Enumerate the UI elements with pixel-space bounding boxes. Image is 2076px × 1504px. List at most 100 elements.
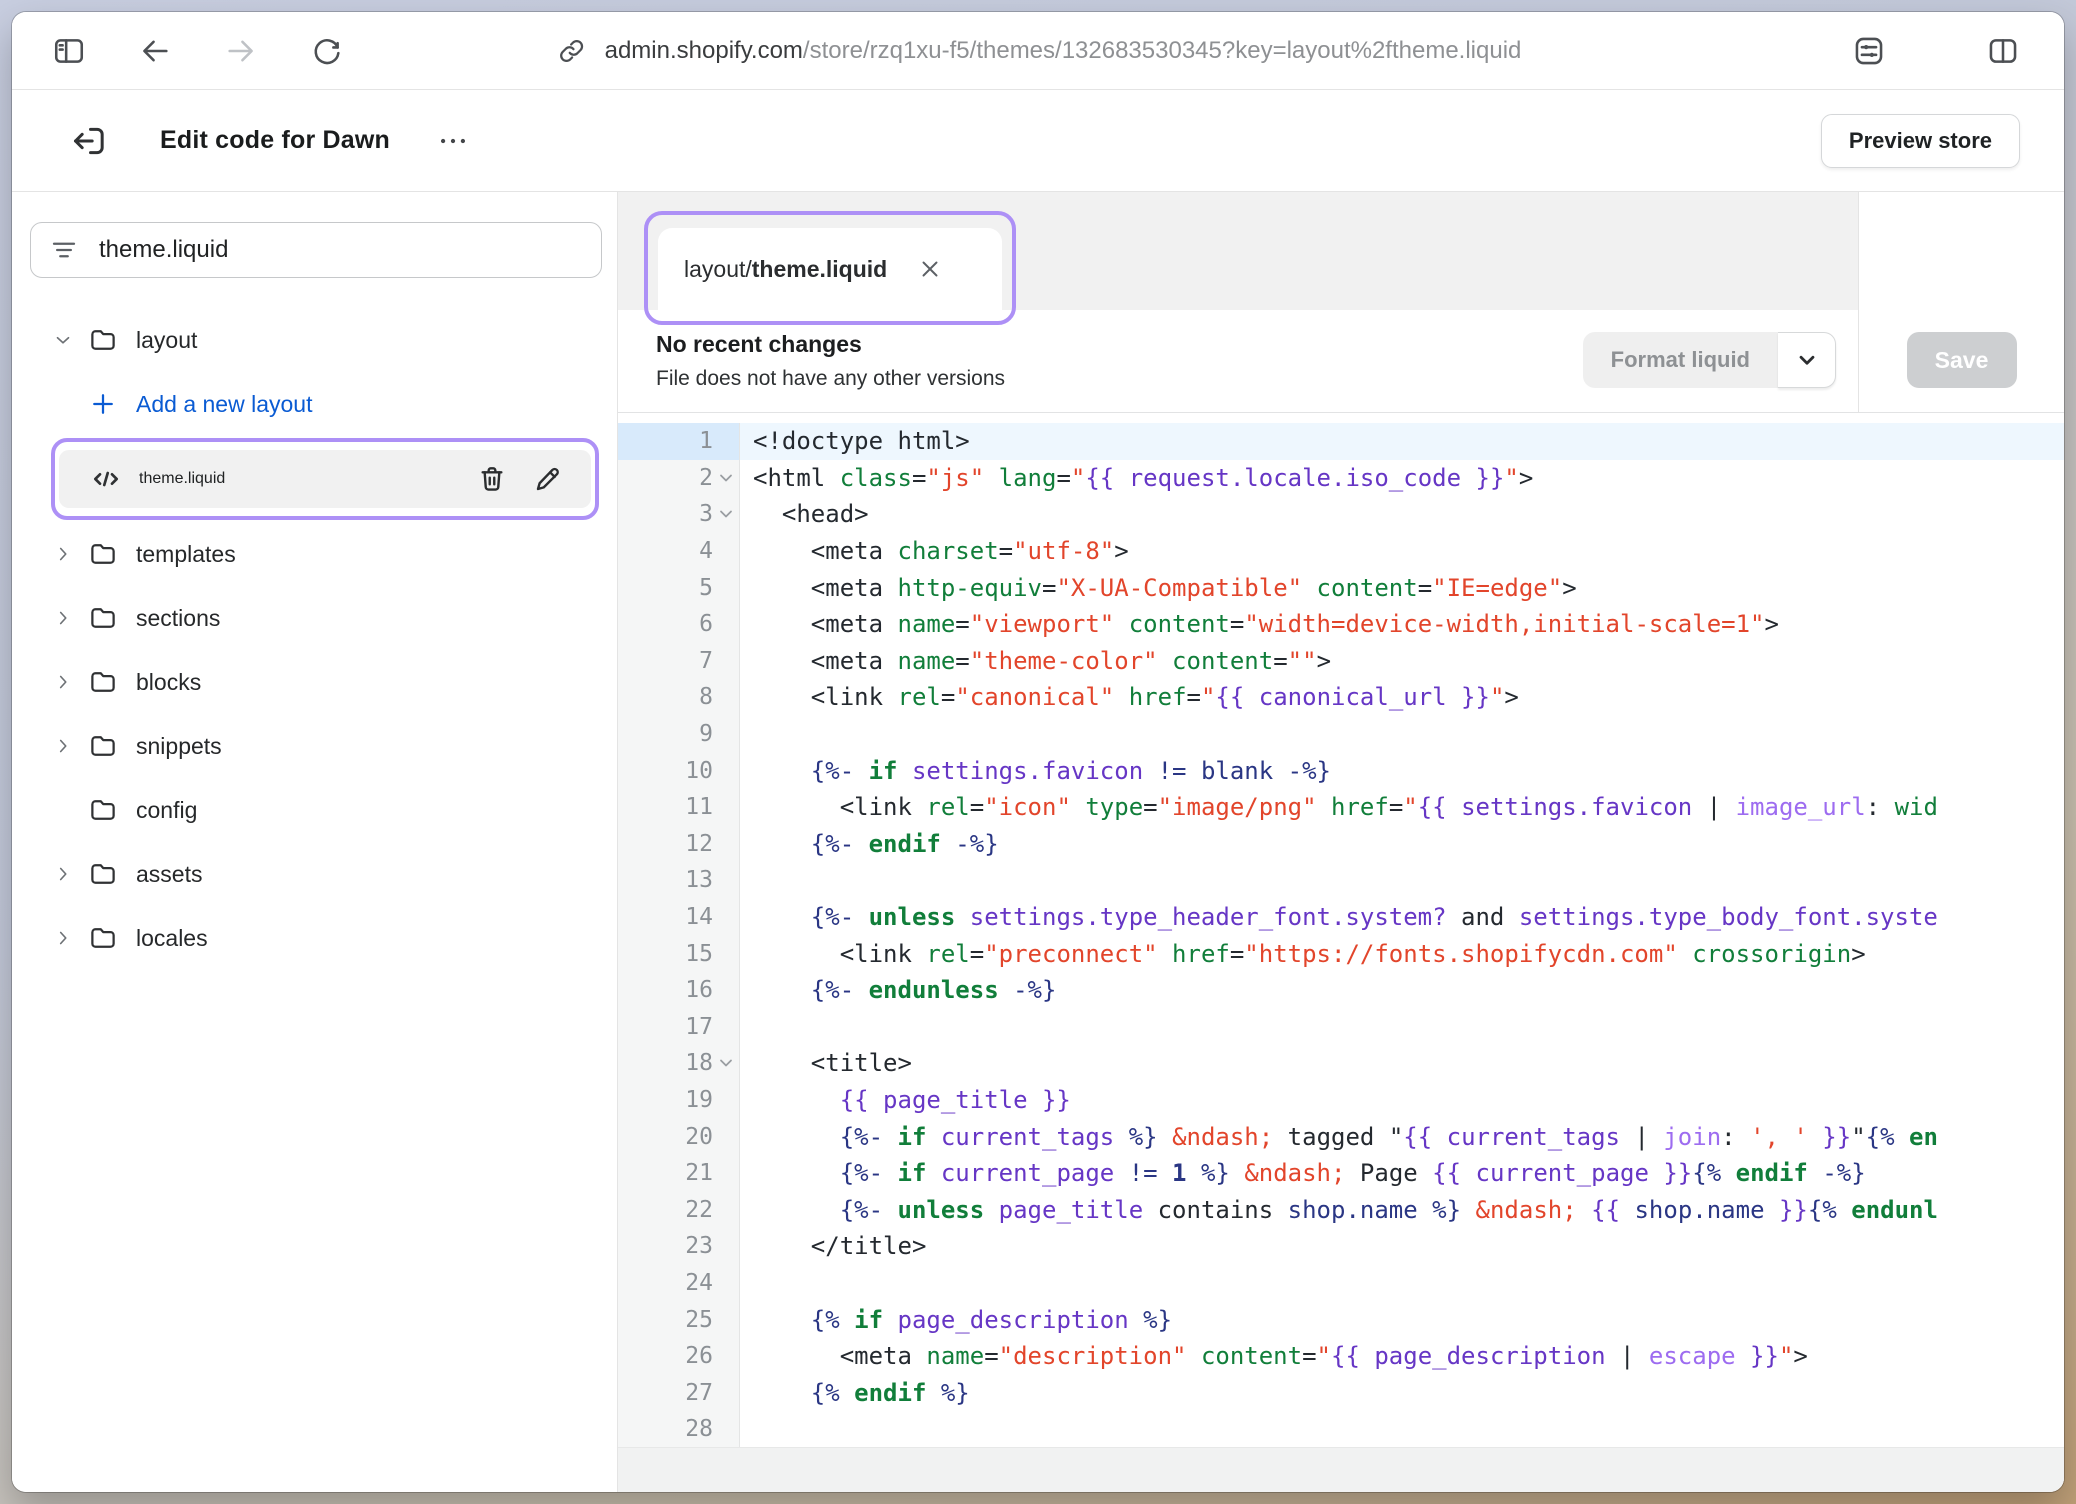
tree-item-label: templates bbox=[136, 541, 236, 568]
code-text: {%- unless page_title contains shop.name… bbox=[740, 1191, 2064, 1228]
tree-item-config[interactable]: config bbox=[12, 778, 617, 842]
preview-store-button[interactable]: Preview store bbox=[1821, 114, 2020, 168]
code-line-21[interactable]: 21 {%- if current_page != 1 %} &ndash; P… bbox=[618, 1155, 2064, 1192]
code-line-1[interactable]: 1<!doctype html> bbox=[618, 423, 2064, 460]
code-line-28[interactable]: 28 bbox=[618, 1411, 2064, 1447]
code-line-18[interactable]: 18 <title> bbox=[618, 1045, 2064, 1082]
fold-chevron-icon[interactable] bbox=[713, 509, 739, 519]
format-liquid-label[interactable]: Format liquid bbox=[1583, 332, 1778, 388]
chevron-right-icon bbox=[48, 671, 78, 693]
exit-icon[interactable] bbox=[68, 121, 108, 161]
tree-item-selected-theme-liquid[interactable]: theme.liquid bbox=[12, 436, 617, 522]
code-text: <!doctype html> bbox=[740, 423, 2064, 460]
code-line-20[interactable]: 20 {%- if current_tags %} &ndash; tagged… bbox=[618, 1118, 2064, 1155]
code-editor[interactable]: 1<!doctype html>2<html class="js" lang="… bbox=[618, 413, 2064, 1447]
code-line-15[interactable]: 15 <link rel="preconnect" href="https://… bbox=[618, 935, 2064, 972]
code-line-12[interactable]: 12 {%- endif -%} bbox=[618, 826, 2064, 863]
code-line-6[interactable]: 6 <meta name="viewport" content="width=d… bbox=[618, 606, 2064, 643]
chevron-down-icon[interactable] bbox=[1778, 332, 1836, 388]
code-line-2[interactable]: 2<html class="js" lang="{{ request.local… bbox=[618, 460, 2064, 497]
code-text: <meta name="theme-color" content=""> bbox=[740, 643, 2064, 680]
more-menu-icon[interactable] bbox=[436, 124, 470, 158]
tree-item-templates[interactable]: templates bbox=[12, 522, 617, 586]
code-line-16[interactable]: 16 {%- endunless -%} bbox=[618, 972, 2064, 1009]
tree-item-label: theme.liquid bbox=[139, 470, 225, 488]
tree-item-snippets[interactable]: snippets bbox=[12, 714, 617, 778]
file-tree: layoutAdd a new layout theme.liquid templa… bbox=[12, 308, 617, 970]
code-line-8[interactable]: 8 <link rel="canonical" href="{{ canonic… bbox=[618, 679, 2064, 716]
editor-footer bbox=[618, 1447, 2064, 1492]
fold-chevron-icon[interactable] bbox=[713, 1058, 739, 1068]
close-icon[interactable] bbox=[917, 256, 943, 282]
browser-toolbar: admin.shopify.com/store/rzq1xu-f5/themes… bbox=[12, 12, 2064, 90]
code-line-19[interactable]: 19 {{ page_title }} bbox=[618, 1082, 2064, 1119]
tree-item-blocks[interactable]: blocks bbox=[12, 650, 617, 714]
code-text: <link rel="canonical" href="{{ canonical… bbox=[740, 679, 2064, 716]
code-line-4[interactable]: 4 <meta charset="utf-8"> bbox=[618, 533, 2064, 570]
code-line-7[interactable]: 7 <meta name="theme-color" content=""> bbox=[618, 643, 2064, 680]
code-line-3[interactable]: 3 <head> bbox=[618, 496, 2064, 533]
forward-icon bbox=[224, 34, 258, 68]
code-line-10[interactable]: 10 {%- if settings.favicon != blank -%} bbox=[618, 752, 2064, 789]
line-number: 4 bbox=[618, 533, 740, 570]
url-host: admin.shopify.com bbox=[605, 37, 803, 64]
split-view-icon[interactable] bbox=[1986, 34, 2020, 68]
reload-icon[interactable] bbox=[310, 34, 344, 68]
code-line-22[interactable]: 22 {%- unless page_title contains shop.n… bbox=[618, 1191, 2064, 1228]
tab-theme-liquid[interactable]: layout/theme.liquid bbox=[658, 228, 1002, 310]
folder-icon bbox=[86, 325, 120, 355]
line-number: 23 bbox=[618, 1228, 740, 1265]
pencil-icon[interactable] bbox=[531, 462, 565, 496]
editor-header-left: layout/theme.liquid No recent changes Fi… bbox=[618, 192, 1858, 412]
code-text: <meta name="description" content="{{ pag… bbox=[740, 1338, 2064, 1375]
save-button[interactable]: Save bbox=[1907, 332, 2017, 388]
code-line-26[interactable]: 26 <meta name="description" content="{{ … bbox=[618, 1338, 2064, 1375]
trash-icon[interactable] bbox=[475, 462, 509, 496]
address-bar[interactable]: admin.shopify.com/store/rzq1xu-f5/themes… bbox=[555, 34, 1522, 68]
browser-right-controls bbox=[1852, 34, 2020, 68]
tree-item-sections[interactable]: sections bbox=[12, 586, 617, 650]
line-number: 1 bbox=[618, 423, 740, 460]
panel-left-icon[interactable] bbox=[52, 34, 86, 68]
browser-window: admin.shopify.com/store/rzq1xu-f5/themes… bbox=[12, 12, 2064, 1492]
code-line-27[interactable]: 27 {% endif %} bbox=[618, 1374, 2064, 1411]
line-number: 9 bbox=[618, 716, 740, 753]
code-line-25[interactable]: 25 {% if page_description %} bbox=[618, 1301, 2064, 1338]
file-search[interactable] bbox=[30, 222, 602, 278]
fold-chevron-icon[interactable] bbox=[713, 473, 739, 483]
code-text: {%- if settings.favicon != blank -%} bbox=[740, 752, 2064, 789]
line-number: 22 bbox=[618, 1191, 740, 1228]
folder-icon bbox=[86, 859, 120, 889]
line-number: 18 bbox=[618, 1045, 740, 1082]
code-line-11[interactable]: 11 <link rel="icon" type="image/png" hre… bbox=[618, 789, 2064, 826]
tree-item-assets[interactable]: assets bbox=[12, 842, 617, 906]
chevron-right-icon bbox=[48, 607, 78, 629]
editor-toolbar: No recent changes File does not have any… bbox=[618, 310, 1858, 412]
format-liquid-button[interactable]: Format liquid bbox=[1583, 332, 1836, 388]
line-number: 26 bbox=[618, 1338, 740, 1375]
tree-item-locales[interactable]: locales bbox=[12, 906, 617, 970]
code-line-5[interactable]: 5 <meta http-equiv="X-UA-Compatible" con… bbox=[618, 569, 2064, 606]
code-text: <head> bbox=[740, 496, 2064, 533]
code-line-23[interactable]: 23 </title> bbox=[618, 1228, 2064, 1265]
code-line-13[interactable]: 13 bbox=[618, 862, 2064, 899]
tree-action-add-a-new-layout[interactable]: Add a new layout bbox=[12, 372, 617, 436]
code-text: {%- endunless -%} bbox=[740, 972, 2064, 1009]
page-settings-icon[interactable] bbox=[1852, 34, 1886, 68]
save-panel: Save bbox=[1858, 192, 2064, 412]
code-line-14[interactable]: 14 {%- unless settings.type_header_font.… bbox=[618, 899, 2064, 936]
search-input[interactable] bbox=[99, 236, 583, 264]
code-line-24[interactable]: 24 bbox=[618, 1265, 2064, 1302]
line-number: 8 bbox=[618, 679, 740, 716]
folder-icon bbox=[86, 731, 120, 761]
folder-icon bbox=[86, 603, 120, 633]
code-line-9[interactable]: 9 bbox=[618, 716, 2064, 753]
code-text: </title> bbox=[740, 1228, 2064, 1265]
tree-item-label: assets bbox=[136, 861, 202, 888]
code-text: <meta http-equiv="X-UA-Compatible" conte… bbox=[740, 569, 2064, 606]
back-icon[interactable] bbox=[138, 34, 172, 68]
code-line-17[interactable]: 17 bbox=[618, 1009, 2064, 1046]
file-sidebar: layoutAdd a new layout theme.liquid templa… bbox=[12, 192, 618, 1492]
tree-item-layout[interactable]: layout bbox=[12, 308, 617, 372]
chevron-right-icon bbox=[48, 863, 78, 885]
